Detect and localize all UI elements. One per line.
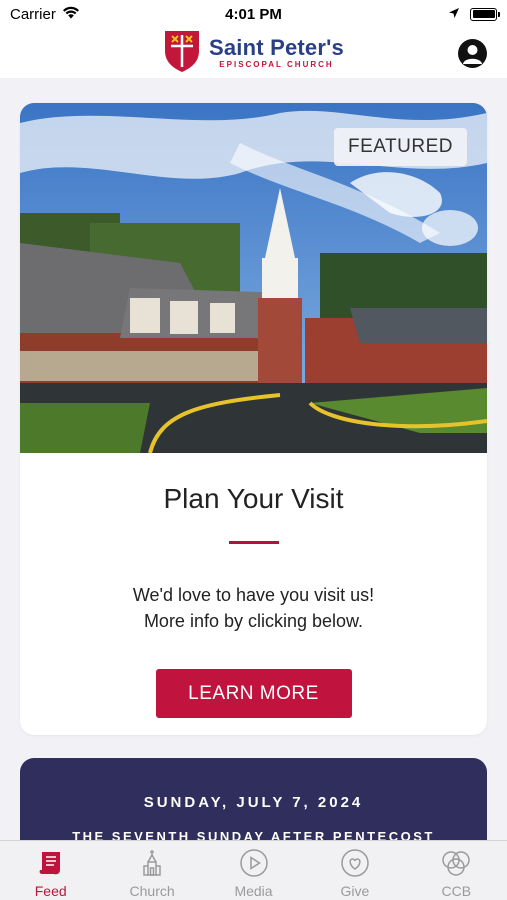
featured-card[interactable]: FEATURED Plan Your Visit We'd love to ha… [20,103,487,735]
church-photo: FEATURED [20,103,487,453]
heart-icon [339,847,371,879]
play-icon [238,847,270,879]
title-divider [228,541,279,544]
card-description: We'd love to have you visit us! More inf… [20,582,487,634]
tab-label: Media [234,883,273,899]
date-label: SUNDAY, JULY 7, 2024 [143,794,364,811]
battery-icon [470,7,500,21]
logo-title: Saint Peter's [209,35,344,60]
tab-church[interactable]: Church [101,841,202,900]
description-line-2: More info by clicking below. [143,611,364,631]
logo-subtitle: EPISCOPAL CHURCH [219,60,334,69]
shield-crest-icon [163,29,201,78]
profile-button[interactable] [458,39,487,68]
featured-badge: FEATURED [334,128,467,166]
tab-bar: Feed Church Media Give CCB [0,840,507,900]
app-header: Saint Peter's EPISCOPAL CHURCH [0,28,507,78]
card-title: Plan Your Visit [163,483,344,514]
status-right [448,6,500,23]
user-icon [463,45,482,64]
tab-media[interactable]: Media [203,841,304,900]
church-icon [136,847,168,879]
tab-ccb[interactable]: CCB [406,841,507,900]
church-logo: Saint Peter's EPISCOPAL CHURCH [163,29,344,78]
tab-label: Church [129,883,175,899]
tab-label: Give [340,883,370,899]
tab-label: CCB [441,883,472,899]
logo-text: Saint Peter's EPISCOPAL CHURCH [209,36,344,70]
carrier-label: Carrier [10,5,56,23]
description-line-1: We'd love to have you visit us! [132,585,375,605]
wifi-icon [62,6,80,23]
circles-icon [440,847,472,879]
tab-feed[interactable]: Feed [0,841,101,900]
tab-give[interactable]: Give [304,841,405,900]
status-left: Carrier [10,6,80,23]
status-bar: Carrier 4:01 PM [0,0,507,28]
location-arrow-icon [448,6,460,23]
scroll-icon [35,847,67,879]
tab-label: Feed [34,883,67,899]
learn-more-button[interactable]: LEARN MORE [155,669,352,718]
